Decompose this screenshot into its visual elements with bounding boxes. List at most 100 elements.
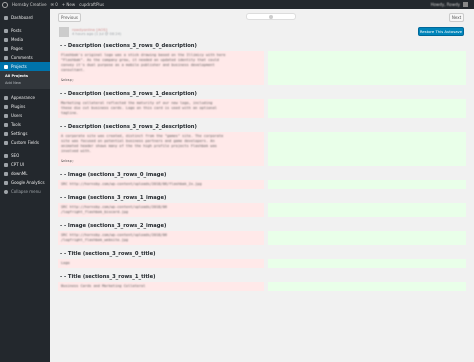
next-button[interactable]: Next [449,13,464,22]
projects-submenu: All Projects Add New [0,71,50,89]
revision-diff-list: - - Description (sections_3_rows_0_descr… [58,41,466,295]
sidebar-item-label: Projects [11,64,27,69]
diff-row: Business Cards and Marketing Collateral [58,282,466,291]
cpt-icon [4,162,8,167]
download-icon [4,171,8,176]
media-icon [4,37,8,42]
site-name-link[interactable]: Hornsby Creative [12,2,47,7]
new-content-label: + New [61,2,76,7]
restore-autosave-button[interactable]: Restore This Autosave [418,27,464,36]
sidebar-item-plugins[interactable]: Plugins [0,102,50,111]
revision-author-avatar [59,27,69,37]
diff-added-content [268,132,466,166]
wordpress-logo-icon[interactable] [2,1,8,8]
user-greeting: Howdy, Rowdy [430,2,460,7]
diff-field-title: - - Title (sections_3_rows_0_title) [60,251,156,257]
sidebar-item-users[interactable]: Users [0,111,50,120]
diff-field-title: - - Title (sections_3_rows_1_title) [60,274,156,280]
collapse-icon [4,189,8,194]
diff-removed-content: Business Cards and Marketing Collateral [58,282,264,291]
diff-removed-content: Flashbak's original logo was a stick dra… [58,51,264,85]
admin-sidebar: Dashboard Posts Media Pages Comments Pro… [0,9,50,362]
comment-icon [4,55,8,60]
revision-slider[interactable] [246,13,296,20]
diff-line: involved with. [61,149,92,153]
diff-removed-content: Marketing collateral reflected the matur… [58,99,264,118]
diff-row: Flashbak's original logo was a stick dra… [58,51,466,85]
users-icon [4,113,8,118]
sidebar-item-label: Tools [11,122,21,127]
fields-icon [4,140,8,145]
diff-field: - - Title (sections_3_rows_0_title) Logo [58,249,466,268]
comments-link[interactable]: ✉ 0 [51,2,58,7]
sidebar-item-tools[interactable]: Tools [0,120,50,129]
diff-field: - - Description (sections_3_rows_0_descr… [58,41,466,85]
diff-row: Marketing collateral reflected the matur… [58,99,466,118]
diff-added-content [268,99,466,118]
diff-removed-content: SRC http://hornsby.com/wp-content/upload… [58,180,264,189]
sidebar-item-settings[interactable]: Settings [0,129,50,138]
sidebar-item-custom-fields[interactable]: Custom Fields [0,138,50,147]
diff-field: - - Description (sections_3_rows_1_descr… [58,89,466,118]
sidebar-item-pages[interactable]: Pages [0,44,50,53]
submenu-all-projects[interactable]: All Projects [0,73,50,80]
previous-button[interactable]: Previous [58,13,81,22]
sidebar-item-label: Custom Fields [11,140,39,145]
diff-row: SRC http://hornsby.com/wp-content/upload… [58,203,466,217]
revision-slider-handle[interactable] [269,15,273,19]
sidebar-item-label: Media [11,37,24,42]
diff-line: tagline. [61,111,79,115]
pin-icon [4,28,8,33]
diff-row: SRC http://hornsby.com/wp-content/upload… [58,231,466,245]
diff-line: &nbsp; [61,78,74,82]
sidebar-item-label: Plugins [11,104,26,109]
diff-added-content [268,180,466,189]
comments-count: 0 [55,2,58,7]
submenu-add-new[interactable]: Add New [0,80,50,87]
seo-icon [4,153,8,158]
diff-field: - - Image (sections_3_rows_1_image) SRC h… [58,193,466,217]
revision-date: 4 hours ago (1 Jul @ 08:24) [72,32,122,36]
sidebar-item-posts[interactable]: Posts [0,26,50,35]
dashboard-icon [4,15,8,20]
analytics-icon [4,180,8,185]
diff-added-content [268,282,466,291]
diff-added-content [268,51,466,85]
sidebar-item-cpt-ui[interactable]: CPT UI [0,160,50,169]
new-content-link[interactable]: + New [62,2,75,7]
sidebar-item-seo[interactable]: SEO [0,151,50,160]
sidebar-item-media[interactable]: Media [0,35,50,44]
diff-field: - - Title (sections_3_rows_1_title) Busin… [58,272,466,291]
sidebar-item-label: SEO [11,153,20,158]
collapse-menu-button[interactable]: Collapse menu [0,187,50,196]
page-icon [4,46,8,51]
diff-added-content [268,231,466,245]
settings-icon [4,131,8,136]
revisions-main: Previous Next rowdyonline [AOS] 4 hours … [50,9,474,362]
sidebar-item-appearance[interactable]: Appearance [0,93,50,102]
diff-line: &nbsp; [61,159,74,163]
brush-icon [4,95,8,100]
user-account-menu[interactable]: Howdy, Rowdy [431,0,468,9]
sidebar-item-label: Dashboard [11,15,33,20]
diff-line: Business Cards and Marketing Collateral [61,284,146,288]
diff-added-content [268,259,466,268]
collapse-menu-label: Collapse menu [11,189,41,194]
diff-removed-content: A corporate site was created, distinct f… [58,132,264,166]
diff-field-title: - - Image (sections_3_rows_2_image) [60,223,167,229]
sidebar-item-comments[interactable]: Comments [0,53,50,62]
sidebar-item-projects[interactable]: Projects [0,62,50,71]
diff-field-title: - - Description (sections_3_rows_2_descr… [60,124,197,130]
sidebar-item-google-analytics[interactable]: Google Analytics [0,178,50,187]
diff-line: Logo [61,261,70,265]
sidebar-item-dashboard[interactable]: Dashboard [0,13,50,22]
diff-row: SRC http://hornsby.com/wp-content/upload… [58,180,466,189]
diff-removed-content: SRC http://hornsby.com/wp-content/upload… [58,231,264,245]
diff-line: SRC http://hornsby.com/wp-content/upload… [61,182,202,186]
plugin-link[interactable]: cupdraftPlus [79,2,104,7]
sidebar-item-downml[interactable]: downML [0,169,50,178]
diff-field-title: - - Description (sections_3_rows_0_descr… [60,43,197,49]
diff-line: /logfright_flashbak_website.jpg [61,238,129,242]
diff-field: - - Description (sections_3_rows_2_descr… [58,122,466,166]
user-avatar [463,2,468,7]
